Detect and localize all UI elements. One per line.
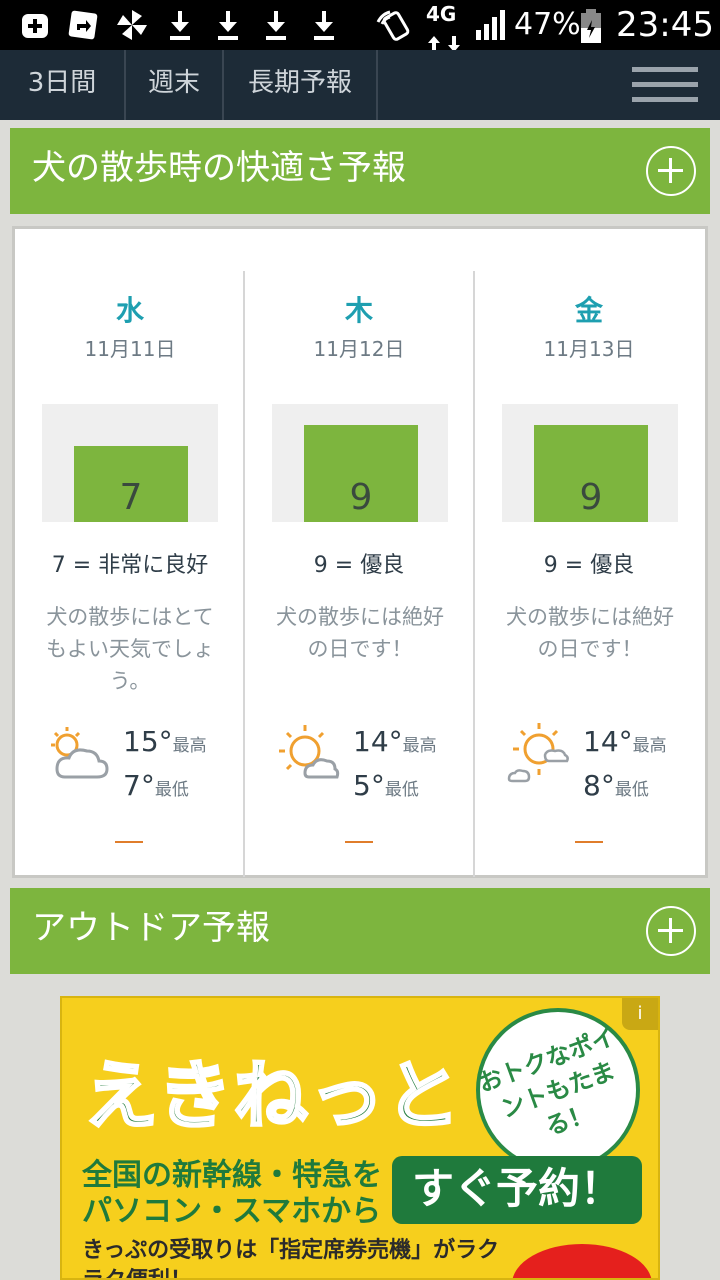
score-chart: 7: [42, 404, 218, 522]
navigation-icon: [66, 8, 100, 42]
sun-small-clouds-icon: [505, 721, 571, 787]
temp-high: 15°最高: [123, 725, 207, 758]
day-date: 11月12日: [313, 337, 405, 361]
tab-long-range[interactable]: 長期予報: [224, 50, 378, 120]
ad-banner[interactable]: i えきねっと おトクなポイントもたまる！ 全国の新幹線・特急をパソコン・スマホ…: [60, 996, 660, 1280]
download-icon: [310, 8, 338, 42]
rating-description: 犬の散歩には絶好の日です！: [276, 605, 444, 661]
tab-3days[interactable]: 3日間: [0, 50, 126, 120]
tab-weekend[interactable]: 週末: [126, 50, 224, 120]
score-value: 9: [349, 477, 373, 518]
dash-divider: [575, 841, 603, 843]
expand-plus-icon[interactable]: [646, 906, 696, 956]
temp-high: 14°最高: [583, 725, 667, 758]
download-icon: [166, 8, 194, 42]
score-bar: 9: [304, 425, 418, 522]
hamburger-menu-icon[interactable]: [632, 67, 698, 103]
nfc-icon: [374, 8, 412, 42]
plus-box-icon: [20, 8, 52, 42]
score-value: 7: [119, 477, 143, 518]
day-column: 金 11月13日 9 9 = 優良 犬の散歩には絶好の日です！ 14°最高 8°…: [473, 271, 703, 877]
temp-low-label: 最低: [384, 780, 419, 800]
rating-description: 犬の散歩には絶好の日です！: [506, 605, 674, 661]
ad-badge: おトクなポイントもたまる！: [475, 1008, 640, 1172]
day-date: 11月13日: [543, 337, 635, 361]
pinwheel-icon: [114, 8, 150, 42]
top-nav: 3日間 週末 長期予報: [0, 50, 720, 120]
download-icon: [214, 8, 242, 42]
temp-low: 5°最低: [353, 769, 419, 802]
day-of-week: 金: [574, 294, 603, 327]
score-value: 9: [579, 477, 603, 518]
section-title: アウトドア予報: [32, 908, 270, 948]
temp-low: 7°最低: [123, 769, 189, 802]
score-bar: 9: [534, 425, 648, 522]
signal-icon: [474, 8, 508, 42]
score-chart: 9: [272, 404, 448, 522]
ad-red-shape: [512, 1244, 652, 1278]
battery-icon: [578, 8, 604, 43]
temp-high: 14°最高: [353, 725, 437, 758]
temp-low-label: 最低: [614, 780, 649, 800]
temp-low-label: 最低: [154, 780, 189, 800]
status-bar: 4G 47% 23:45: [0, 0, 720, 52]
ad-footnote: きっぷの受取りは「指定席券売機」がラクラク便利！: [82, 1238, 500, 1278]
rating-description: 犬の散歩にはとてもよい天気でしょう。: [46, 605, 214, 693]
ad-cta-button[interactable]: すぐ予約！: [392, 1156, 642, 1224]
temp-high-label: 最高: [172, 736, 207, 756]
data-arrows-icon: [428, 26, 462, 52]
ad-info-icon[interactable]: i: [622, 998, 658, 1030]
rating-text: 9 = 優良: [543, 553, 635, 578]
download-icon: [262, 8, 290, 42]
ad-headline: えきねっと: [83, 1052, 462, 1141]
temp-low: 8°最低: [583, 769, 649, 802]
section-header-outdoor[interactable]: アウトドア予報: [10, 888, 710, 974]
day-date: 11月11日: [84, 337, 176, 361]
day-of-week: 木: [344, 294, 373, 327]
section-header-dog-walk[interactable]: 犬の散歩時の快適さ予報: [10, 128, 710, 214]
temp-high-label: 最高: [632, 736, 667, 756]
dash-divider: [345, 841, 373, 843]
rating-text: 9 = 優良: [313, 553, 405, 578]
network-type: 4G: [426, 2, 457, 26]
battery-percent: 47%: [514, 7, 581, 42]
expand-plus-icon[interactable]: [646, 146, 696, 196]
day-column: 水 11月11日 7 7 = 非常に良好 犬の散歩にはとてもよい天気でしょう。 …: [15, 271, 245, 877]
clock: 23:45: [616, 5, 714, 45]
section-title: 犬の散歩時の快適さ予報: [32, 148, 406, 188]
ad-subtext: 全国の新幹線・特急をパソコン・スマホから: [82, 1158, 382, 1229]
partly-cloudy-icon: [45, 721, 111, 787]
day-column: 木 11月12日 9 9 = 優良 犬の散歩には絶好の日です！ 14°最高 5°…: [243, 271, 473, 877]
temp-high-label: 最高: [402, 736, 437, 756]
rating-text: 7 = 非常に良好: [51, 553, 209, 578]
sun-cloud-icon: [275, 721, 341, 787]
day-of-week: 水: [115, 294, 144, 327]
score-chart: 9: [502, 404, 678, 522]
dash-divider: [115, 841, 143, 843]
ad-badge-text: おトクなポイントもたまる！: [474, 1022, 620, 1142]
score-bar: 7: [74, 446, 188, 522]
dog-walk-forecast-card: 水 11月11日 7 7 = 非常に良好 犬の散歩にはとてもよい天気でしょう。 …: [12, 226, 708, 878]
